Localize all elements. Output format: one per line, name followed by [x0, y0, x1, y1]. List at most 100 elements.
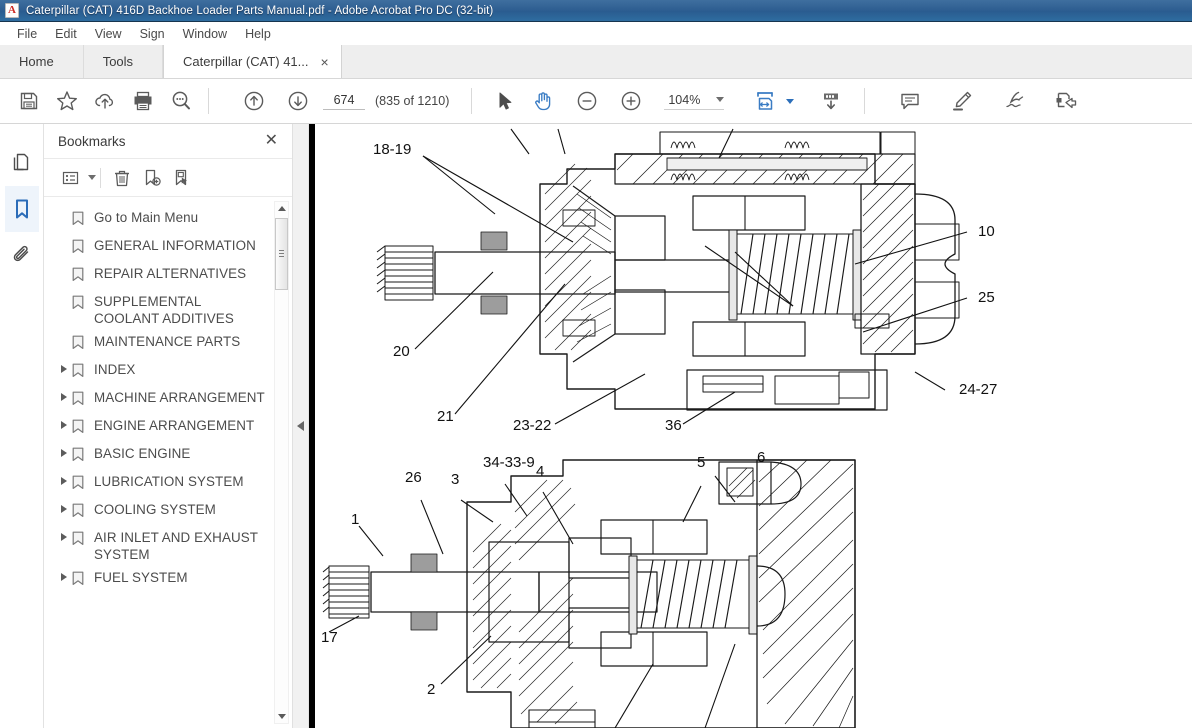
expand-arrow[interactable]: [56, 473, 72, 485]
collapse-panel-arrow-icon[interactable]: [297, 421, 304, 431]
tab-document[interactable]: Caterpillar (CAT) 41... ×: [163, 45, 342, 78]
zoom-level-label: 104%: [668, 92, 701, 107]
bookmark-label: GENERAL INFORMATION: [94, 238, 256, 253]
bookmark-item[interactable]: Go to Main Menu: [44, 206, 292, 234]
menu-help[interactable]: Help: [236, 25, 280, 43]
bookmark-item[interactable]: REPAIR ALTERNATIVES: [44, 262, 292, 290]
highlight-icon[interactable]: [943, 82, 981, 120]
document-viewport[interactable]: 18-19 10 25 24-27 20 21 23-22 36 26 3 34…: [309, 124, 1192, 728]
bookmark-flag-icon: [72, 445, 94, 467]
bookmark-item[interactable]: FUEL SYSTEM: [44, 566, 292, 594]
menu-file[interactable]: File: [8, 25, 46, 43]
bookmark-item[interactable]: MAINTENANCE PARTS: [44, 330, 292, 358]
bookmark-flag-icon: [72, 501, 94, 523]
page-down-icon[interactable]: [279, 82, 317, 120]
find-bookmark-icon[interactable]: [167, 164, 197, 192]
hand-tool-icon[interactable]: [524, 82, 562, 120]
close-icon[interactable]: ✕: [263, 133, 280, 149]
new-bookmark-icon[interactable]: [137, 164, 167, 192]
attachments-icon[interactable]: [5, 232, 39, 278]
close-icon[interactable]: ×: [319, 55, 331, 69]
bookmarks-list[interactable]: Go to Main Menu GENERAL INFORMATION REPA…: [44, 197, 292, 728]
chevron-down-icon[interactable]: [88, 175, 96, 180]
select-cursor-icon[interactable]: [486, 82, 524, 120]
save-icon[interactable]: [10, 82, 48, 120]
print-icon[interactable]: [124, 82, 162, 120]
toolbar-separator-1: [208, 88, 209, 114]
callout-1: 1: [351, 511, 359, 528]
bookmark-flag-icon: [72, 473, 94, 495]
tab-tools[interactable]: Tools: [83, 45, 164, 78]
toolbar-separator-2: [471, 88, 473, 114]
scroll-mode-icon[interactable]: [812, 82, 850, 120]
bookmarks-icon[interactable]: [4, 186, 39, 232]
share-document-icon[interactable]: [1047, 82, 1085, 120]
tab-home[interactable]: Home: [0, 45, 84, 78]
menu-window[interactable]: Window: [174, 25, 236, 43]
search-icon[interactable]: [162, 82, 200, 120]
bookmark-flag-icon: [72, 209, 94, 231]
bookmark-item[interactable]: AIR INLET AND EXHAUST SYSTEM: [44, 526, 292, 566]
bookmark-item[interactable]: GENERAL INFORMATION: [44, 234, 292, 262]
zoom-selector[interactable]: 104%: [664, 92, 725, 110]
bookmark-item[interactable]: COOLING SYSTEM: [44, 498, 292, 526]
window-title: Caterpillar (CAT) 416D Backhoe Loader Pa…: [26, 4, 494, 17]
cloud-upload-icon[interactable]: [86, 82, 124, 120]
bookmark-label: BASIC ENGINE: [94, 446, 191, 461]
scrollbar-thumb[interactable]: [275, 218, 288, 290]
bookmarks-scrollbar[interactable]: [274, 201, 289, 724]
bookmark-flag-icon: [72, 389, 94, 411]
fit-page-icon[interactable]: [746, 82, 784, 120]
bookmark-options-icon[interactable]: [56, 164, 86, 192]
delete-bookmark-icon[interactable]: [107, 164, 137, 192]
menubar: File Edit View Sign Window Help: [0, 22, 1192, 45]
expand-arrow[interactable]: [56, 445, 72, 457]
bookmark-label: Go to Main Menu: [94, 210, 199, 225]
bookmark-item[interactable]: LUBRICATION SYSTEM: [44, 470, 292, 498]
bookmark-flag-icon: [72, 293, 94, 315]
expand-arrow[interactable]: [56, 389, 72, 401]
bookmark-item[interactable]: SUPPLEMENTAL COOLANT ADDITIVES: [44, 290, 292, 330]
navigation-rail: [0, 124, 44, 728]
zoom-in-icon[interactable]: [612, 82, 650, 120]
expand-arrow[interactable]: [56, 529, 72, 541]
callout-24-27: 24-27: [959, 381, 997, 398]
bookmark-label: SUPPLEMENTAL COOLANT ADDITIVES: [94, 294, 234, 326]
chevron-down-icon[interactable]: [716, 97, 725, 102]
pdf-page[interactable]: 18-19 10 25 24-27 20 21 23-22 36 26 3 34…: [315, 124, 1192, 728]
acrobat-icon: [5, 3, 19, 18]
callout-34-33-9: 34-33-9: [483, 454, 535, 471]
expand-arrow[interactable]: [56, 361, 72, 373]
bookmarks-panel-header: Bookmarks ✕: [44, 124, 292, 159]
callout-4: 4: [536, 463, 544, 480]
comment-icon[interactable]: [891, 82, 929, 120]
page-up-icon[interactable]: [235, 82, 273, 120]
menu-edit[interactable]: Edit: [46, 25, 86, 43]
menu-view[interactable]: View: [86, 25, 131, 43]
star-icon[interactable]: [48, 82, 86, 120]
expand-arrow[interactable]: [56, 569, 72, 581]
bookmark-item[interactable]: INDEX: [44, 358, 292, 386]
page-drawings: 18-19 10 25 24-27 20 21 23-22 36 26 3 34…: [321, 128, 997, 728]
fit-page-chevron-icon[interactable]: [786, 98, 795, 104]
tab-tools-label: Tools: [102, 54, 134, 69]
sign-icon[interactable]: [995, 82, 1033, 120]
bookmark-item[interactable]: ENGINE ARRANGEMENT: [44, 414, 292, 442]
scroll-down-icon[interactable]: [275, 710, 288, 723]
page-thumbnails-icon[interactable]: [5, 140, 39, 186]
bookmark-label: INDEX: [94, 362, 136, 377]
expand-arrow[interactable]: [56, 501, 72, 513]
expand-arrow[interactable]: [56, 417, 72, 429]
bookmark-label: MAINTENANCE PARTS: [94, 334, 241, 349]
bookmark-item[interactable]: BASIC ENGINE: [44, 442, 292, 470]
bookmark-item[interactable]: MACHINE ARRANGEMENT: [44, 386, 292, 414]
bookmark-flag-icon: [72, 237, 94, 259]
main-toolbar: (835 of 1210) 104%: [0, 79, 1192, 124]
scroll-up-icon[interactable]: [275, 202, 288, 215]
zoom-out-icon[interactable]: [568, 82, 606, 120]
lower-pump-cross-section: [322, 459, 856, 728]
panel-splitter[interactable]: [293, 124, 309, 728]
bookmark-flag-icon: [72, 265, 94, 287]
page-number-input[interactable]: [323, 92, 365, 110]
menu-sign[interactable]: Sign: [131, 25, 174, 43]
